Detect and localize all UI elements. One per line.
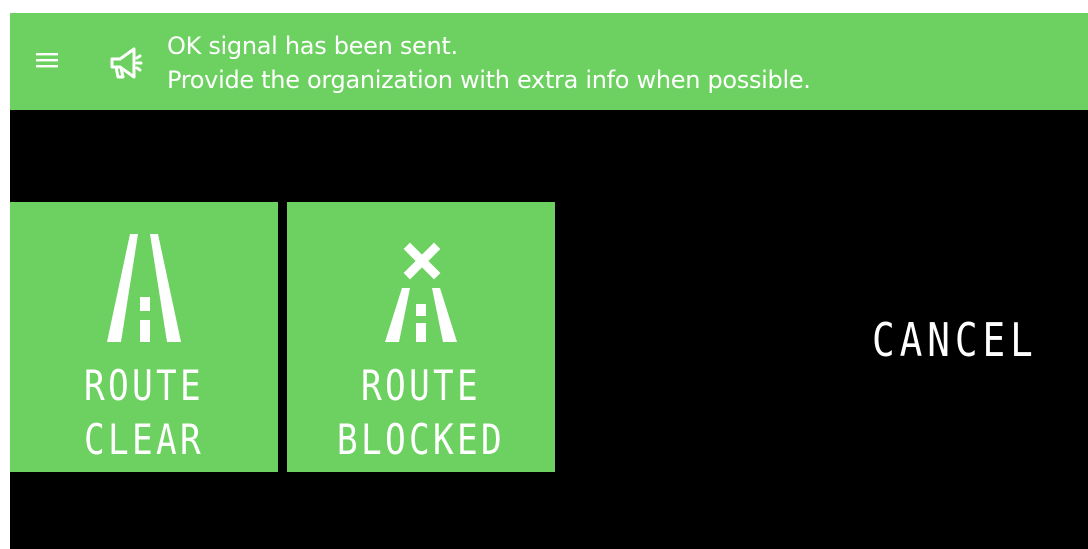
app-screen: OK signal has been sent. Provide the org… — [10, 13, 1088, 549]
route-clear-button[interactable]: ROUTE CLEAR — [10, 202, 278, 472]
megaphone-icon — [110, 47, 143, 79]
road-icon — [107, 234, 181, 342]
status-banner: OK signal has been sent. Provide the org… — [10, 13, 1088, 110]
banner-message-line-2: Provide the organization with extra info… — [167, 66, 811, 94]
route-clear-label-line-2: CLEAR — [83, 415, 205, 464]
route-blocked-label-line-1: ROUTE — [360, 361, 482, 410]
banner-message: OK signal has been sent. Provide the org… — [167, 29, 811, 97]
road-blocked-icon — [385, 242, 457, 342]
route-clear-label-line-1: ROUTE — [83, 361, 205, 410]
banner-message-line-1: OK signal has been sent. — [167, 32, 458, 60]
cancel-button[interactable]: CANCEL — [872, 315, 1038, 365]
route-blocked-button[interactable]: ROUTE BLOCKED — [287, 202, 555, 472]
route-blocked-label-line-2: BLOCKED — [336, 415, 506, 464]
menu-icon[interactable] — [34, 47, 60, 73]
